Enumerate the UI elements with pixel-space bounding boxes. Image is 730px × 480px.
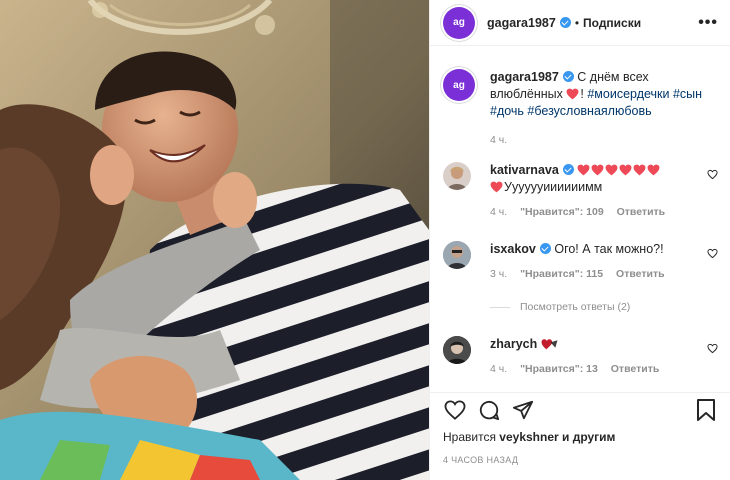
liked-by-line: Нравится veykshner и другим [443,430,718,444]
action-icons [443,393,718,427]
post-photo[interactable] [0,0,429,480]
replies-divider [490,306,510,308]
like-comment-icon[interactable] [707,343,718,354]
caption-avatar-logo: ag [453,79,465,91]
post-actions: Нравится veykshner и другим 4 ЧАСОВ НАЗА… [430,392,730,480]
like-comment-icon[interactable] [707,169,718,180]
view-replies-button[interactable]: Посмотреть ответы (2) [490,301,630,313]
caption-username[interactable]: gagara1987 [490,70,559,84]
comment-time: 4 ч. [490,206,508,218]
red-heart-icon [605,164,618,176]
comment-time: 4 ч. [490,363,508,375]
heart-emoji-group [577,163,661,177]
red-heart-icon [633,164,646,176]
red-heart-icon [619,164,632,176]
comment-item: isxakov Ого! А так можно?! 3 ч. "Нравитс… [443,241,718,280]
comment-text: zharych [490,336,718,353]
reply-button[interactable]: Ответить [616,268,665,280]
verified-badge-icon [559,17,571,28]
post-timestamp[interactable]: 4 ЧАСОВ НАЗАД [443,455,718,465]
author-avatar[interactable]: ag [443,6,475,39]
verified-badge-icon [539,243,551,254]
liked-by-prefix: Нравится [443,430,500,444]
heart-outline-icon[interactable] [443,398,467,422]
comments-area[interactable]: ag gagara1987 С днём всех влюблённых ! #… [430,47,730,392]
comment-text: kativarnava Ууууууиииииимм [490,162,718,196]
reply-button[interactable]: Ответить [611,363,660,375]
post-header: ag gagara1987 • Подписки ••• [430,0,730,46]
liked-by-suffix[interactable]: и другим [559,430,615,444]
commenter-username[interactable]: kativarnava [490,163,559,177]
comment-body: Ууууууиииииимм [504,180,603,194]
share-icon[interactable] [511,398,535,422]
commenter-username[interactable]: zharych [490,337,537,351]
commenter-username[interactable]: isxakov [490,242,536,256]
comment-likes[interactable]: "Нравится": 109 [520,206,604,218]
comment-meta: 3 ч. "Нравится": 115 Ответить [490,268,718,280]
red-heart-icon [591,164,604,176]
bookmark-icon[interactable] [694,398,718,422]
caption-author-avatar[interactable]: ag [443,69,475,101]
comment-item: zharych 4 ч. "Нравится": 13 Ответить [443,336,718,375]
commenter-avatar[interactable] [443,241,471,269]
caption-time: 4 ч. [490,134,508,146]
commenter-avatar[interactable] [443,336,471,364]
comment-meta: 4 ч. "Нравится": 13 Ответить [490,363,718,375]
commenter-avatar[interactable] [443,162,471,190]
liked-by-user[interactable]: veykshner [499,430,558,444]
red-heart-icon [566,88,579,100]
verified-badge-icon [562,71,574,82]
author-avatar-logo: ag [453,17,465,28]
red-heart-icon [490,181,503,193]
post-caption: ag gagara1987 С днём всех влюблённых ! #… [443,69,718,146]
comment-likes[interactable]: "Нравится": 115 [520,268,603,280]
red-heart-icon [647,164,660,176]
comment-text: isxakov Ого! А так можно?! [490,241,718,258]
comment-likes[interactable]: "Нравится": 13 [520,363,598,375]
author-username[interactable]: gagara1987 [487,16,556,30]
comment-time: 3 ч. [490,268,508,280]
comment-meta: 4 ч. "Нравится": 109 Ответить [490,206,718,218]
post-side-panel: ag gagara1987 • Подписки ••• ag gagara19… [429,0,730,480]
heart-emoji-icon [541,339,558,350]
avatar-photo [443,241,471,269]
comment-item: kativarnava Ууууууиииииимм 4 ч. "Нравитс… [443,162,718,218]
view-replies-label: Посмотреть ответы (2) [520,301,631,313]
caption-meta: 4 ч. [490,134,718,146]
header-separator: • [574,15,580,30]
verified-badge-icon [562,164,574,175]
reply-button[interactable]: Ответить [617,206,666,218]
like-comment-icon[interactable] [707,248,718,259]
instagram-post: ag gagara1987 • Подписки ••• ag gagara19… [0,0,730,480]
post-photo-image [0,0,429,480]
comment-body: Ого! А так можно?! [550,242,664,256]
comment-icon[interactable] [477,398,501,422]
avatar-photo [443,336,471,364]
following-button[interactable]: Подписки [583,16,641,30]
avatar-photo [447,166,467,190]
caption-text: gagara1987 С днём всех влюблённых ! #мои… [490,69,718,120]
more-options-icon[interactable]: ••• [698,14,718,31]
red-heart-icon [577,164,590,176]
